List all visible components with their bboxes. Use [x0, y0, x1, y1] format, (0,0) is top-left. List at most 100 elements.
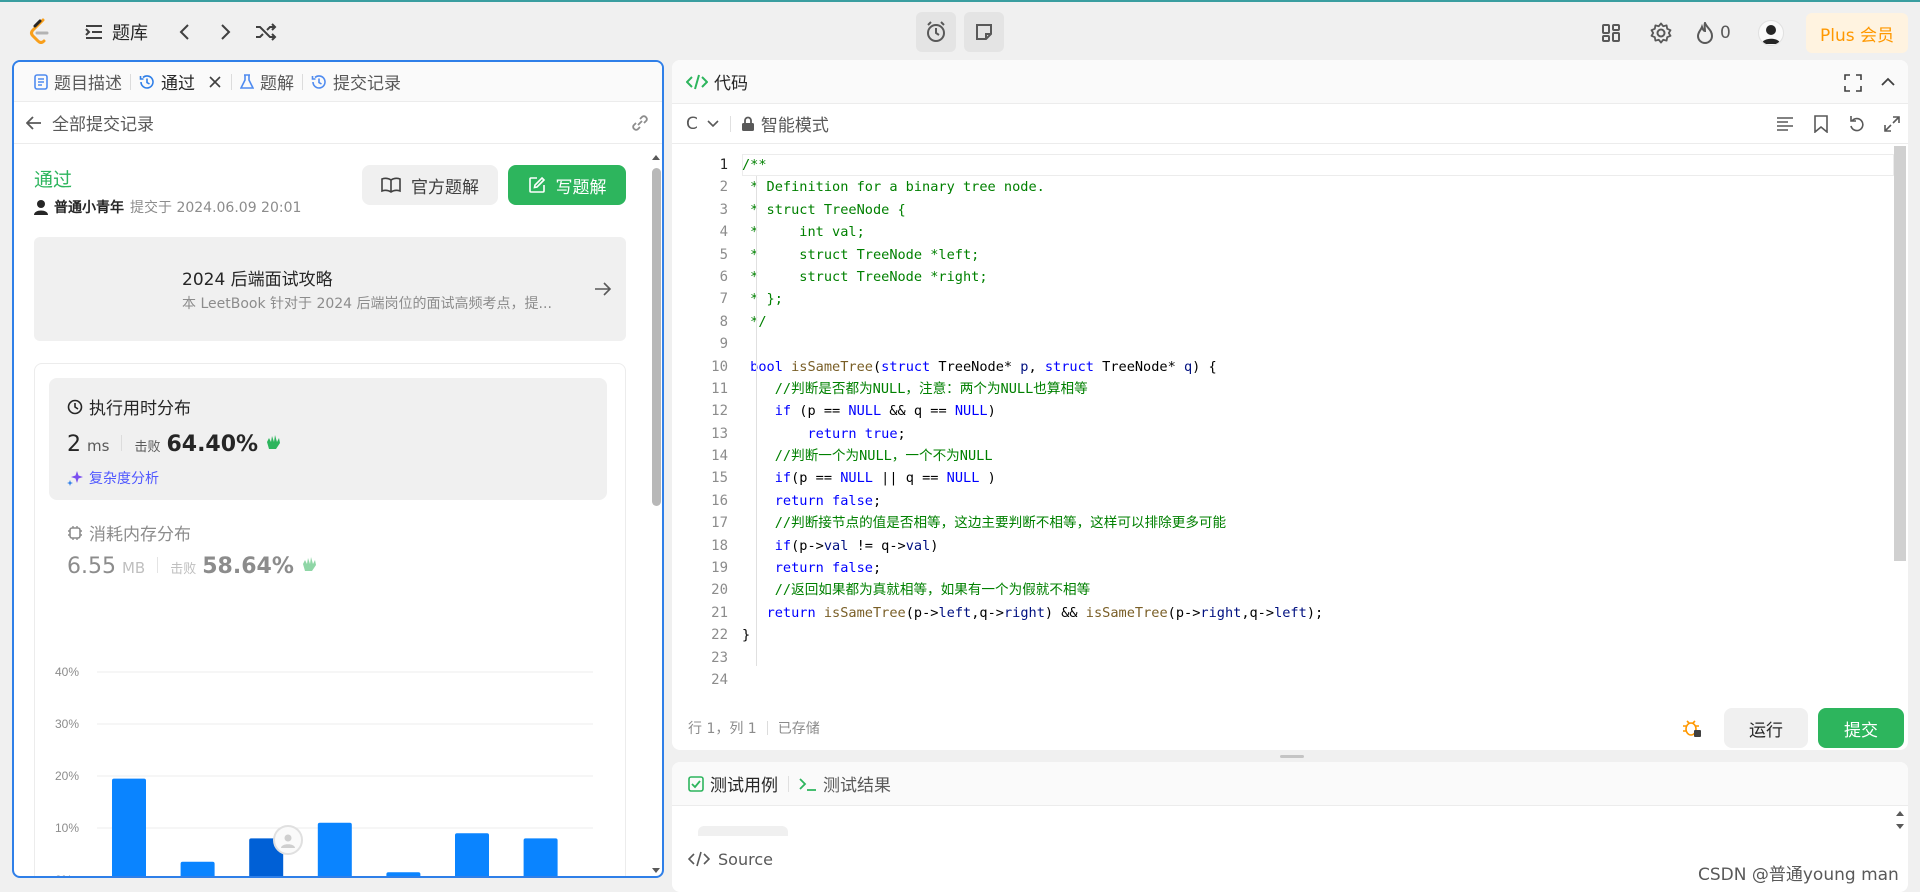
plus-membership-button[interactable]: Plus 会员 [1806, 13, 1908, 53]
code-token: && q == [881, 403, 955, 420]
memory-box[interactable]: 消耗内存分布 6.55 MB 击败 58.64% [49, 510, 607, 610]
runtime-distribution-chart[interactable]: 0%10%20%30%40%1ms2ms3ms4ms5ms6ms [41, 654, 611, 878]
code-line[interactable]: bool isSameTree(struct TreeNode* p, stru… [742, 356, 1323, 378]
submit-button[interactable]: 提交 [1818, 708, 1904, 748]
language-select[interactable]: C [686, 114, 720, 134]
smart-mode-toggle[interactable]: 智能模式 [741, 111, 829, 136]
left-tab-bar: 题目描述 通过 题解 提交记录 [14, 62, 662, 102]
run-button[interactable]: 运行 [1724, 708, 1808, 748]
code-line[interactable]: */ [742, 311, 1323, 333]
code-line[interactable]: * struct TreeNode { [742, 199, 1323, 221]
runtime-box[interactable]: 执行用时分布 2 ms 击败 64.40% 复杂度分析 [49, 378, 607, 500]
tab-submissions[interactable]: 提交记录 [303, 62, 409, 102]
expand-icon[interactable] [1884, 116, 1900, 132]
random-problem-button[interactable] [252, 18, 280, 46]
line-number: 17 [711, 515, 728, 532]
code-token: ; [872, 492, 882, 509]
official-solution-button[interactable]: 官方题解 [362, 165, 498, 205]
code-token: right [1003, 604, 1045, 621]
tab-accepted[interactable]: 通过 [131, 62, 231, 102]
code-token: struct [1044, 358, 1094, 375]
bar-1ms[interactable] [180, 861, 215, 878]
line-number: 6 [719, 268, 728, 285]
write-solution-button[interactable]: 写题解 [508, 165, 626, 205]
bar-3ms[interactable] [317, 822, 352, 878]
tab-test-result[interactable]: 测试结果 [799, 771, 891, 796]
problem-list-button[interactable]: 题库 [84, 18, 148, 46]
bar-6ms[interactable] [523, 838, 558, 878]
code-line[interactable]: return true; [742, 423, 1323, 445]
bar-4ms[interactable] [386, 872, 421, 878]
panel-resize-handle[interactable] [1280, 755, 1304, 758]
back-button[interactable]: 全部提交记录 [26, 110, 154, 135]
code-line[interactable]: * struct TreeNode *left; [742, 244, 1323, 266]
code-line[interactable]: //返回如果都为真就相等，如果有一个为假就不相等 [742, 579, 1323, 601]
code-line[interactable]: return false; [742, 557, 1323, 579]
fullscreen-icon[interactable] [1844, 74, 1862, 92]
complexity-analysis-link[interactable]: 复杂度分析 [67, 468, 159, 488]
testcase-scrollbar[interactable] [1894, 808, 1906, 848]
editor-title: 代码 [714, 74, 748, 94]
bookmark-icon[interactable] [1814, 115, 1828, 133]
code-line[interactable]: if (p == NULL && q == NULL) [742, 400, 1323, 422]
code-line[interactable]: /** [742, 154, 1323, 176]
code-line[interactable]: return false; [742, 490, 1323, 512]
code-line[interactable]: * }; [742, 288, 1323, 310]
code-line[interactable]: if(p == NULL || q == NULL ) [742, 467, 1323, 489]
code-token: if [774, 537, 792, 554]
source-toggle[interactable]: Source [688, 844, 773, 874]
code-line[interactable] [742, 647, 1323, 669]
scrollbar-thumb[interactable] [1894, 146, 1906, 561]
timer-button[interactable] [916, 12, 956, 52]
editor-scrollbar[interactable] [1892, 146, 1908, 708]
link-icon[interactable] [630, 113, 650, 133]
code-line[interactable]: * struct TreeNode *right; [742, 266, 1323, 288]
streak-button[interactable]: 0 [1696, 20, 1731, 46]
user-avatar-icon [281, 834, 295, 848]
runtime-title-row: 执行用时分布 [67, 394, 191, 419]
settings-button[interactable] [1648, 20, 1674, 46]
code-token: isSameTree [823, 604, 906, 621]
notes-button[interactable] [964, 12, 1004, 52]
layout-button[interactable] [1598, 20, 1624, 46]
code-token: if [774, 470, 792, 487]
code-content[interactable]: /** * Definition for a binary tree node.… [742, 154, 1323, 691]
code-token: q [1183, 358, 1193, 375]
collapse-icon[interactable] [1880, 76, 1896, 88]
scrollbar-thumb[interactable] [652, 168, 661, 506]
bar-0ms[interactable] [112, 778, 146, 878]
code-line[interactable]: * int val; [742, 221, 1323, 243]
reset-icon[interactable] [1848, 115, 1866, 133]
tab-solutions[interactable]: 题解 [232, 62, 302, 102]
tab-testcase[interactable]: 测试用例 [688, 771, 778, 796]
leetcode-logo[interactable] [26, 16, 54, 46]
code-line[interactable]: //判断一个为NULL，一个不为NULL [742, 445, 1323, 467]
plus-label: Plus 会员 [1819, 25, 1894, 46]
bar-5ms[interactable] [455, 833, 489, 878]
promo-description: 本 LeetBook 针对于 2024 后端岗位的面试高频考点，提... [182, 296, 552, 312]
code-line[interactable]: * Definition for a binary tree node. [742, 176, 1323, 198]
next-problem-button[interactable] [212, 18, 240, 46]
code-line[interactable] [742, 333, 1323, 355]
submitter-name[interactable]: 普通小青年 [54, 197, 124, 217]
tab-description[interactable]: 题目描述 [26, 62, 130, 102]
submission-scroll-area[interactable]: 通过 普通小青年 提交于 2024.06.09 20:01 官方题解 写题解 2… [14, 145, 650, 878]
code-line[interactable]: return isSameTree(p->left,q->right) && i… [742, 602, 1324, 624]
code-line[interactable]: //判断是否都为NULL，注意：两个为NULL也算相等 [742, 378, 1323, 400]
format-icon[interactable] [1776, 116, 1794, 132]
code-line[interactable] [742, 669, 1323, 691]
code-line[interactable]: if(p->val != q->val) [742, 535, 1323, 557]
leetbook-promo-card[interactable]: 2024 后端面试攻略 本 LeetBook 针对于 2024 后端岗位的面试高… [34, 237, 626, 341]
chip-icon [68, 525, 82, 540]
left-scrollbar[interactable] [650, 150, 662, 876]
debug-icon[interactable] [1682, 718, 1702, 738]
prev-problem-button[interactable] [170, 18, 198, 46]
close-icon[interactable] [207, 74, 223, 90]
code-line[interactable]: } [742, 624, 1323, 646]
avatar[interactable] [1758, 20, 1784, 46]
code-area[interactable]: 1 2 3 4 5 6 7 8 9 10 11 12 13 14 15 16 17 18 19 20 21 22 23 24 … [672, 154, 1894, 696]
code-line[interactable]: //判断接节点的值是否相等，这边主要判断不相等，这样可以排除更多可能 [742, 512, 1323, 534]
testcase-case-chip[interactable] [698, 826, 788, 836]
